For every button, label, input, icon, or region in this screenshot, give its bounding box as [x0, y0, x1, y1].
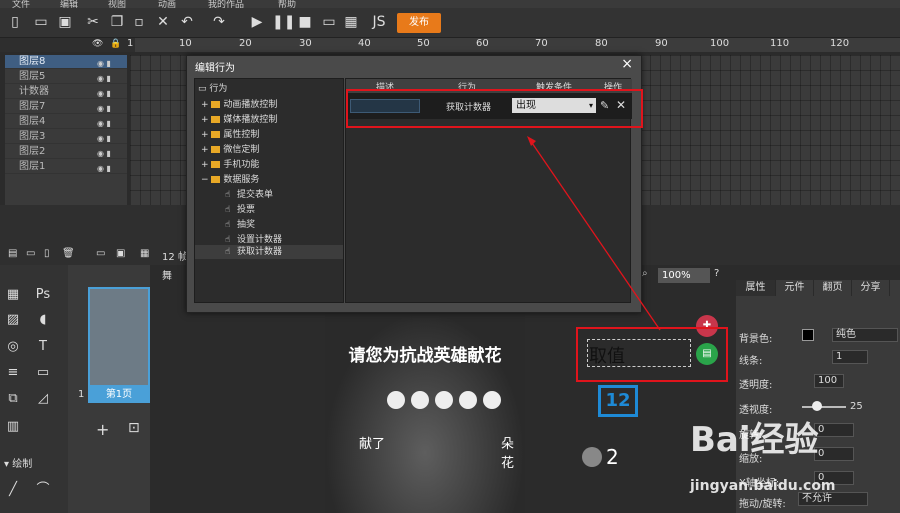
watermark-brand: Bai经验 [690, 420, 819, 460]
watermark-url: jingyan.baidu.com [690, 478, 836, 494]
